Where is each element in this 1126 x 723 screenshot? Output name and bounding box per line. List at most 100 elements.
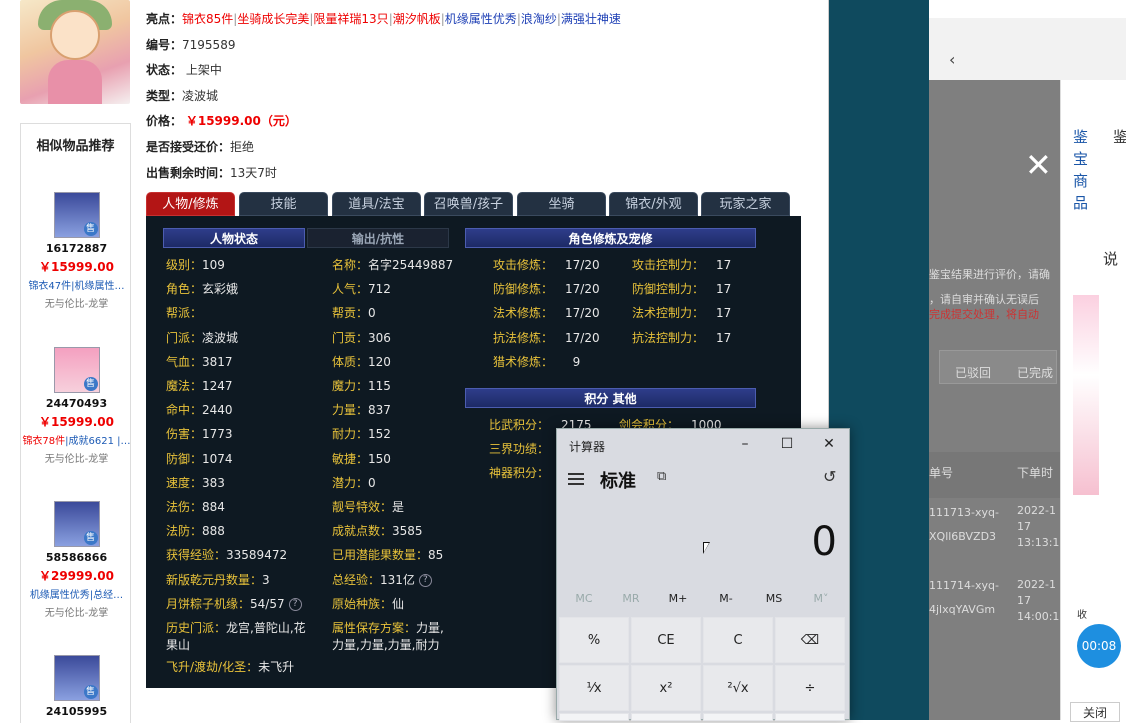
tab-skills[interactable]: 技能 <box>239 192 328 216</box>
memory-clear-button[interactable]: MC <box>564 592 604 605</box>
remaining-time-row: 出售剩余时间：13天7时 <box>146 166 277 180</box>
similar-item-price: ￥15999.00 <box>38 415 114 429</box>
points-header: 积分 其他 <box>465 388 756 408</box>
memory-subtract-button[interactable]: M- <box>706 592 746 605</box>
back-icon[interactable]: ‹ <box>949 50 955 69</box>
help-icon[interactable]: ? <box>288 597 302 611</box>
memory-store-button[interactable]: MS <box>754 592 794 605</box>
attribute-row: 总经验：131亿? <box>332 571 432 588</box>
similar-items-panel: 相似物品推荐 售 16172887 ￥15999.00 锦衣47件|机缘属性… … <box>20 123 131 723</box>
attribute-row: 攻击控制力： 17 <box>632 258 732 272</box>
attribute-row: 级别：109 <box>166 258 225 272</box>
percent-button[interactable]: % <box>559 617 629 663</box>
divide-button[interactable]: ÷ <box>775 665 845 711</box>
tab-output-resistance[interactable]: 输出/抗性 <box>307 228 449 248</box>
browser-window: ‹ ✕ 鉴宝结果进行评价，请确 ，请自审并确认无误后 完成提交处理，将自动 已驳… <box>929 18 1126 720</box>
close-button[interactable]: 关闭 <box>1070 702 1120 722</box>
order-time: 2022-1 17 14:00:1 <box>1017 578 1060 623</box>
attribute-row: 力量：837 <box>332 403 391 418</box>
clear-button[interactable]: C <box>703 617 773 663</box>
sqrt-button[interactable]: ²√x <box>703 665 773 711</box>
attribute-row: 魔法：1247 <box>166 379 233 393</box>
attribute-row: 获得经验：33589472 <box>166 548 288 563</box>
cultivation-header: 角色修炼及宠修 <box>465 228 756 248</box>
filter-rejected[interactable]: 已驳回 <box>955 364 991 381</box>
keep-on-top-icon[interactable]: ⧉ <box>657 469 666 484</box>
similar-item[interactable]: 售 24470493 ￥15999.00 锦衣78件|成就6621 |… 无与伦… <box>21 347 132 465</box>
similar-item-image[interactable]: 售 <box>53 501 100 547</box>
maximize-icon[interactable]: ☐ <box>777 434 797 454</box>
attribute-row: 防御控制力： 17 <box>632 282 732 297</box>
memory-add-button[interactable]: M+ <box>658 592 698 605</box>
close-icon[interactable]: ✕ <box>819 434 839 454</box>
similar-item-id: 58586866 <box>45 551 108 564</box>
status-row: 状态： 上架中 <box>146 63 222 77</box>
similar-item[interactable]: 售 24105995 <box>21 655 132 718</box>
attribute-row: 抗法修炼： 17/20 <box>493 330 600 345</box>
history-icon[interactable]: ↺ <box>823 467 836 486</box>
memory-recall-button[interactable]: MR <box>611 592 651 605</box>
reciprocal-button[interactable]: ¹⁄x <box>559 665 629 711</box>
attribute-row: 气血：3817 <box>166 354 233 369</box>
attribute-row: 敏捷：150 <box>332 451 391 466</box>
tab-items[interactable]: 道具/法宝 <box>332 192 421 216</box>
attribute-row: 防御修炼： 17/20 <box>493 282 600 297</box>
similar-item-tags: 机缘属性优秀|总经… <box>29 590 124 601</box>
column-order-no: 单号 <box>929 466 954 480</box>
attribute-row: 伤害：1773 <box>166 427 233 442</box>
similar-item-image[interactable]: 售 <box>53 655 100 701</box>
memory-list-button[interactable]: M˅ <box>801 592 841 605</box>
similar-item-store: 无与伦比-龙掌 <box>44 299 109 310</box>
calculator-mode: 标准 <box>600 471 636 492</box>
similar-item-image[interactable]: 售 <box>53 192 100 238</box>
tab-pets[interactable]: 召唤兽/孩子 <box>424 192 513 216</box>
timer-badge[interactable]: 00:08 <box>1077 624 1121 668</box>
attribute-row: 原始种族：仙 <box>332 596 405 611</box>
attribute-row: 魔力：115 <box>332 379 391 393</box>
clear-entry-button[interactable]: CE <box>631 617 701 663</box>
attribute-row: 攻击修炼： 17/20 <box>493 258 600 272</box>
similar-item[interactable]: 售 58586866 ￥29999.00 机缘属性优秀|总经… 无与伦比-龙掌 <box>21 501 132 619</box>
detail-tabs: 人物/修炼 技能 道具/法宝 召唤兽/孩子 坐骑 锦衣/外观 玩家之家 <box>146 192 801 216</box>
square-button[interactable]: x² <box>631 665 701 711</box>
close-icon[interactable]: ✕ <box>1025 149 1052 181</box>
highlights-row: 亮点：锦衣85件|坐骑成长完美|限量祥瑞13只|潮汐帆板|机缘属性优秀|浪淘纱|… <box>146 12 621 26</box>
attribute-row: 法术控制力： 17 <box>632 306 732 321</box>
tab-outfits[interactable]: 锦衣/外观 <box>609 192 698 216</box>
similar-item-price: ￥29999.00 <box>38 569 114 583</box>
filter-completed[interactable]: 已完成 <box>1017 364 1053 381</box>
attribute-row: 法伤：884 <box>166 500 225 514</box>
attribute-row: 月饼粽子机缘：54/57? <box>166 595 302 612</box>
tab-character-status[interactable]: 人物状态 <box>163 228 305 248</box>
side-banner <box>1073 295 1099 495</box>
similar-item[interactable]: 售 16172887 ￥15999.00 锦衣47件|机缘属性… 无与伦比-龙掌 <box>21 192 132 310</box>
similar-item-tags: 锦衣47件|机缘属性… <box>28 281 125 292</box>
sale-badge: 售 <box>83 377 98 391</box>
menu-icon[interactable] <box>568 473 584 485</box>
mouse-cursor-fill <box>704 543 709 552</box>
attribute-row: 属性保存方案：力量,力量,力量,力量,耐力 <box>332 621 444 652</box>
tab-mounts[interactable]: 坐骑 <box>517 192 606 216</box>
attribute-row: 帮派： <box>166 306 203 321</box>
attribute-row: 角色：玄彩娥 <box>166 282 239 297</box>
attribute-row: 成就点数：3585 <box>332 524 423 539</box>
attribute-row: 门贡：306 <box>332 330 391 345</box>
similar-item-image[interactable]: 售 <box>53 347 100 393</box>
calculator-display: 0 <box>811 519 837 565</box>
tab-home[interactable]: 玩家之家 <box>701 192 790 216</box>
order-no: 111714-xyq- 4jlxqYAVGm <box>929 579 999 616</box>
attribute-row: 潜力：0 <box>332 475 376 490</box>
sale-badge: 售 <box>83 685 98 699</box>
minimize-icon[interactable]: – <box>735 434 755 454</box>
similar-item-id: 24105995 <box>45 705 108 718</box>
attribute-row: 人气：712 <box>332 282 391 297</box>
attribute-row: 帮贡：0 <box>332 306 376 321</box>
help-icon[interactable]: ? <box>418 573 432 587</box>
calculator-title: 计算器 <box>569 440 606 454</box>
backspace-button[interactable]: ⌫ <box>775 617 845 663</box>
attribute-row: 命中：2440 <box>166 403 233 418</box>
appraisal-tab[interactable]: 鉴宝商品 <box>1073 126 1091 214</box>
attribute-row: 神器积分： <box>489 466 550 481</box>
tab-character[interactable]: 人物/修炼 <box>146 192 235 216</box>
similar-item-store: 无与伦比-龙掌 <box>44 608 109 619</box>
